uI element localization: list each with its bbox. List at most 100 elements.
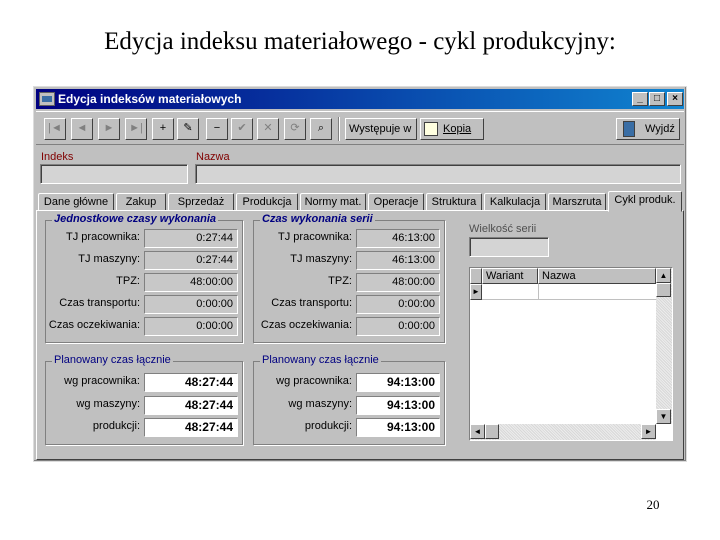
planned-series-machine-value: 94:13:00	[356, 396, 440, 415]
planned-total-series-title: Planowany czas łącznie	[260, 354, 381, 366]
app-icon	[39, 92, 55, 106]
grid-horizontal-scrollbar[interactable]: ◄ ►	[470, 424, 656, 440]
series-transport-value: 0:00:00	[356, 295, 440, 314]
exit-door-icon	[623, 121, 635, 137]
tab-purchase[interactable]: Zakup	[116, 193, 166, 211]
planned-series-production-value: 94:13:00	[356, 418, 440, 437]
planned-series-production-label: produkcji:	[304, 420, 352, 432]
series-tpz-value: 48:00:00	[356, 273, 440, 292]
next-record-button[interactable]: ►	[98, 118, 120, 140]
grid-column-name[interactable]: Nazwa	[538, 268, 656, 284]
scroll-down-button[interactable]: ▼	[656, 409, 671, 424]
planned-total-series-group: Planowany czas łącznie wg pracownika: 94…	[253, 354, 445, 445]
planned-series-worker-value: 94:13:00	[356, 373, 440, 392]
tab-main-data[interactable]: Dane główne	[38, 193, 114, 211]
series-tj-machine-label: TJ maszyny:	[290, 253, 352, 265]
series-tj-machine-value: 46:13:00	[356, 251, 440, 270]
close-button[interactable]: ×	[667, 92, 683, 106]
unit-tj-worker-label: TJ pracownika:	[66, 231, 140, 243]
series-times-title: Czas wykonania serii	[260, 213, 375, 225]
planned-unit-worker-label: wg pracownika:	[64, 375, 140, 387]
series-times-group: Czas wykonania serii TJ pracownika: 46:1…	[253, 213, 445, 343]
series-waiting-label: Czas oczekiwania:	[260, 319, 352, 331]
unit-tpz-label: TPZ:	[116, 275, 140, 287]
series-tj-worker-label: TJ pracownika:	[278, 231, 352, 243]
unit-tj-machine-label: TJ maszyny:	[78, 253, 140, 265]
tab-sales[interactable]: Sprzedaż	[168, 193, 234, 211]
copy-icon	[424, 122, 438, 136]
page-number: 20	[646, 497, 660, 512]
tab-routing[interactable]: Marszruta	[548, 193, 606, 211]
unit-times-title: Jednostkowe czasy wykonania	[52, 213, 219, 225]
window-title: Edycja indeksów materiałowych	[58, 92, 242, 106]
copy-button[interactable]: Kopia	[420, 118, 484, 140]
series-size-field[interactable]	[469, 237, 549, 257]
series-waiting-value: 0:00:00	[356, 317, 440, 336]
grid-row-indicator: ►	[470, 284, 482, 300]
series-size-label: Wielkość serii	[469, 223, 537, 235]
prev-record-button[interactable]: ◄	[71, 118, 93, 140]
unit-tj-worker-value: 0:27:44	[144, 229, 238, 248]
series-tpz-label: TPZ:	[328, 275, 352, 287]
planned-total-unit-title: Planowany czas łącznie	[52, 354, 173, 366]
planned-series-worker-label: wg pracownika:	[276, 375, 352, 387]
scroll-up-button[interactable]: ▲	[656, 268, 671, 283]
unit-tpz-value: 48:00:00	[144, 273, 238, 292]
production-cycle-panel: Jednostkowe czasy wykonania TJ pracownik…	[36, 210, 684, 460]
tab-calculation[interactable]: Kalkulacja	[484, 193, 546, 211]
slide-title: Edycja indeksu materiałowego - cykl prod…	[104, 28, 616, 55]
first-record-button[interactable]: |◄	[44, 118, 66, 140]
tab-strip: Dane główne Zakup Sprzedaż Produkcja Nor…	[36, 191, 684, 212]
last-record-button[interactable]: ►|	[125, 118, 147, 140]
app-window: Edycja indeksów materiałowych _ □ × |◄ ◄…	[33, 86, 687, 462]
grid-first-row[interactable]	[482, 284, 656, 300]
unit-times-group: Jednostkowe czasy wykonania TJ pracownik…	[45, 213, 243, 343]
occurs-in-button[interactable]: Występuje w	[345, 118, 417, 140]
maximize-button[interactable]: □	[649, 92, 665, 106]
copy-button-label: Kopia	[443, 123, 472, 135]
grid-vertical-scrollbar[interactable]: ▲ ▼	[656, 268, 672, 424]
tab-structure[interactable]: Struktura	[426, 193, 482, 211]
name-field[interactable]	[195, 164, 681, 184]
variants-grid[interactable]: Wariant Nazwa ► ▲ ▼ ◄ ►	[469, 267, 673, 441]
grid-column-variant[interactable]: Wariant	[482, 268, 538, 284]
tab-operations[interactable]: Operacje	[368, 193, 424, 211]
toolbar-separator	[338, 117, 340, 141]
vertical-scroll-thumb[interactable]	[656, 283, 671, 297]
exit-button[interactable]: Wyjdź	[616, 118, 680, 140]
planned-series-machine-label: wg maszyny:	[288, 398, 352, 410]
unit-waiting-value: 0:00:00	[144, 317, 238, 336]
planned-unit-machine-label: wg maszyny:	[76, 398, 140, 410]
exit-button-label: Wyjdź	[645, 123, 675, 135]
planned-unit-production-value: 48:27:44	[144, 418, 238, 437]
index-label: Indeks	[41, 151, 74, 163]
confirm-button[interactable]: ✔	[231, 118, 253, 140]
grid-corner	[470, 268, 482, 284]
scroll-right-button[interactable]: ►	[641, 424, 656, 439]
edit-button[interactable]: ✎	[177, 118, 199, 140]
add-button[interactable]: +	[152, 118, 174, 140]
tab-production[interactable]: Produkcja	[236, 193, 298, 211]
scroll-left-button[interactable]: ◄	[470, 424, 485, 439]
window-titlebar[interactable]: Edycja indeksów materiałowych _ □ ×	[36, 89, 684, 109]
refresh-button[interactable]: ⟳	[284, 118, 306, 140]
unit-waiting-label: Czas oczekiwania:	[48, 319, 140, 331]
cancel-button[interactable]: ✕	[257, 118, 279, 140]
name-label: Nazwa	[196, 151, 230, 163]
planned-total-unit-group: Planowany czas łącznie wg pracownika: 48…	[45, 354, 243, 445]
unit-tj-machine-value: 0:27:44	[144, 251, 238, 270]
minimize-button[interactable]: _	[632, 92, 648, 106]
index-field[interactable]	[40, 164, 188, 184]
planned-unit-machine-value: 48:27:44	[144, 396, 238, 415]
unit-transport-label: Czas transportu:	[59, 297, 140, 309]
planned-unit-worker-value: 48:27:44	[144, 373, 238, 392]
planned-unit-production-label: produkcji:	[92, 420, 140, 432]
toolbar: |◄ ◄ ► ►| + ✎ − ✔ ✕ ⟳ ⌕ Występuje w Kopi…	[36, 111, 684, 145]
tab-material-norms[interactable]: Normy mat.	[300, 193, 366, 211]
tab-production-cycle[interactable]: Cykl produk.	[608, 191, 682, 212]
unit-transport-value: 0:00:00	[144, 295, 238, 314]
series-transport-label: Czas transportu:	[271, 297, 352, 309]
find-button[interactable]: ⌕	[310, 118, 332, 140]
remove-button[interactable]: −	[206, 118, 228, 140]
horizontal-scroll-thumb[interactable]	[485, 424, 499, 439]
